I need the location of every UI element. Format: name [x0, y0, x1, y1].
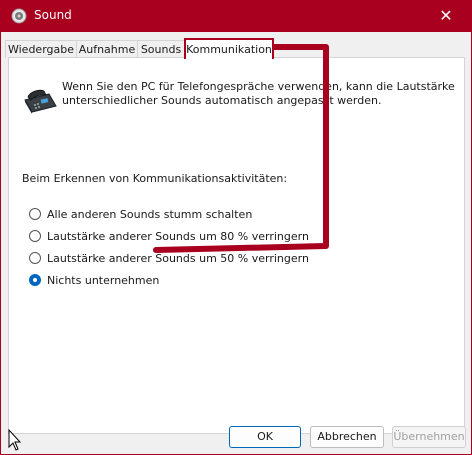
- title-bar: Sound ✕: [0, 0, 472, 32]
- dialog-client-area: Wiedergabe Aufnahme Sounds Kommunikation…: [1, 32, 471, 454]
- tab-kommunikation[interactable]: Kommunikation: [184, 38, 274, 59]
- section-heading: Beim Erkennen von Kommunikationsaktivitä…: [22, 172, 288, 185]
- radio-button-selected[interactable]: [29, 274, 41, 286]
- speaker-icon: [11, 8, 27, 24]
- option-do-nothing[interactable]: Nichts unternehmen: [29, 272, 159, 288]
- window-title: Sound: [34, 8, 72, 22]
- option-label: Lautstärke anderer Sounds um 50 % verrin…: [47, 251, 309, 265]
- tab-aufnahme[interactable]: Aufnahme: [76, 40, 138, 58]
- telephone-icon: [24, 89, 57, 114]
- description-text: Wenn Sie den PC für Telefongespräche ver…: [62, 80, 455, 107]
- cancel-button[interactable]: Abbrechen: [310, 426, 384, 448]
- kommunikation-panel: Wenn Sie den PC für Telefongespräche ver…: [8, 57, 465, 434]
- option-reduce-80[interactable]: Lautstärke anderer Sounds um 80 % verrin…: [29, 228, 309, 244]
- option-label: Alle anderen Sounds stumm schalten: [47, 207, 253, 221]
- radio-button[interactable]: [29, 252, 41, 264]
- mouse-pointer-icon: [8, 429, 22, 451]
- option-mute-all[interactable]: Alle anderen Sounds stumm schalten: [29, 206, 252, 222]
- tab-sounds[interactable]: Sounds: [137, 40, 185, 58]
- apply-button[interactable]: Übernehmen: [392, 426, 466, 448]
- tab-wiedergabe[interactable]: Wiedergabe: [5, 40, 77, 58]
- ok-button[interactable]: OK: [229, 426, 301, 448]
- option-label: Nichts unternehmen: [47, 273, 160, 287]
- close-button[interactable]: ✕: [430, 4, 462, 28]
- radio-button[interactable]: [29, 230, 41, 242]
- radio-button[interactable]: [29, 208, 41, 220]
- option-reduce-50[interactable]: Lautstärke anderer Sounds um 50 % verrin…: [29, 250, 309, 266]
- option-label: Lautstärke anderer Sounds um 80 % verrin…: [47, 229, 309, 243]
